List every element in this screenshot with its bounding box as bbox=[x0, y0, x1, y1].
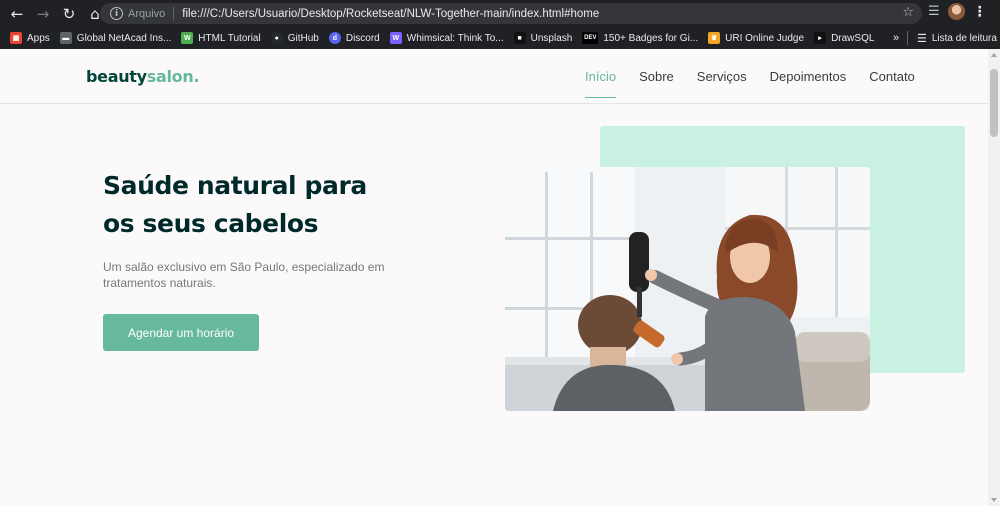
bookmark-discord[interactable]: d Discord bbox=[328, 32, 380, 44]
nav-link-sobre[interactable]: Sobre bbox=[639, 69, 674, 84]
reload-icon[interactable]: ↻ bbox=[58, 3, 80, 25]
schedule-button[interactable]: Agendar um horário bbox=[103, 314, 259, 351]
netacad-icon: ▬ bbox=[59, 32, 72, 44]
salon-illustration bbox=[505, 167, 870, 411]
bookmarks-divider bbox=[907, 31, 908, 45]
media-controls-icon[interactable]: ☰ bbox=[928, 4, 940, 19]
nav-link-servicos[interactable]: Serviços bbox=[697, 69, 747, 84]
whimsical-icon: W bbox=[389, 32, 402, 44]
browser-menu-icon[interactable]: ⋮ bbox=[973, 4, 987, 20]
address-separator bbox=[173, 7, 175, 20]
w3schools-icon: W bbox=[181, 32, 194, 44]
browser-toolbar: ← → ↻ ⌂ i Arquivo file:///C:/Users/Usuar… bbox=[0, 0, 1000, 27]
forward-arrow-icon[interactable]: → bbox=[32, 3, 54, 25]
scrollbar-thumb[interactable] bbox=[990, 69, 998, 137]
main-nav: Início Sobre Serviços Depoimentos Contat… bbox=[585, 69, 938, 98]
bookmark-label: Global NetAcad Ins... bbox=[76, 32, 172, 44]
hero-photo bbox=[505, 167, 870, 411]
url-text[interactable]: file:///C:/Users/Usuario/Desktop/Rockets… bbox=[182, 8, 599, 20]
bookmark-label: HTML Tutorial bbox=[198, 32, 261, 44]
bookmark-star-icon[interactable]: ☆ bbox=[902, 5, 914, 20]
nav-link-depoimentos[interactable]: Depoimentos bbox=[770, 69, 847, 84]
scroll-up-icon[interactable] bbox=[991, 53, 997, 57]
drawsql-icon: ▸ bbox=[814, 32, 827, 44]
bookmark-label: 150+ Badges for Gi... bbox=[603, 32, 699, 44]
bookmark-github[interactable]: ● GitHub bbox=[270, 32, 319, 44]
reading-list-label: Lista de leitura bbox=[931, 32, 997, 44]
logo-main: beauty bbox=[86, 67, 147, 86]
page-viewport: beautysalon. Início Sobre Serviços Depoi… bbox=[0, 49, 988, 506]
reading-list-button[interactable]: ☰ Lista de leitura bbox=[917, 32, 997, 45]
more-bookmarks-button[interactable]: » bbox=[893, 32, 899, 44]
unsplash-icon: ■ bbox=[513, 32, 526, 44]
site-header: beautysalon. Início Sobre Serviços Depoi… bbox=[0, 49, 988, 104]
profile-avatar[interactable] bbox=[947, 3, 965, 20]
github-icon: ● bbox=[270, 32, 283, 44]
discord-icon: d bbox=[328, 32, 341, 44]
hero-title: Saúde natural para os seus cabelos bbox=[103, 171, 367, 238]
dev-icon: DEV bbox=[582, 32, 599, 44]
scheme-label: Arquivo bbox=[128, 7, 166, 20]
scroll-down-icon[interactable] bbox=[991, 498, 997, 502]
bookmark-badges[interactable]: DEV 150+ Badges for Gi... bbox=[582, 32, 698, 44]
bookmark-label: DrawSQL bbox=[831, 32, 875, 44]
bookmark-label: Unsplash bbox=[530, 32, 573, 44]
back-arrow-icon[interactable]: ← bbox=[6, 3, 28, 25]
bookmark-label: Discord bbox=[345, 32, 380, 44]
hero-text: Um salão exclusivo em São Paulo, especia… bbox=[103, 260, 385, 290]
bookmark-label: URI Online Judge bbox=[725, 32, 805, 44]
bookmark-uri[interactable]: ♛ URI Online Judge bbox=[708, 32, 804, 44]
site-logo[interactable]: beautysalon. bbox=[86, 67, 200, 86]
bookmark-drawsql[interactable]: ▸ DrawSQL bbox=[814, 32, 874, 44]
address-bar[interactable]: i Arquivo file:///C:/Users/Usuario/Deskt… bbox=[100, 3, 922, 24]
info-icon[interactable]: i bbox=[110, 7, 123, 20]
nav-link-contato[interactable]: Contato bbox=[869, 69, 915, 84]
bookmarks-bar: ▦ Apps ▬ Global NetAcad Ins... W HTML Tu… bbox=[0, 27, 1000, 49]
nav-link-inicio[interactable]: Início bbox=[585, 69, 617, 98]
bookmark-apps[interactable]: ▦ Apps bbox=[10, 32, 50, 44]
apps-grid-icon: ▦ bbox=[10, 32, 22, 44]
bookmark-whimsical[interactable]: W Whimsical: Think To... bbox=[389, 32, 504, 44]
uri-icon: ♛ bbox=[708, 32, 721, 44]
bookmark-unsplash[interactable]: ■ Unsplash bbox=[513, 32, 573, 44]
bookmark-label: Whimsical: Think To... bbox=[406, 32, 504, 44]
page-scrollbar[interactable] bbox=[988, 49, 1000, 506]
bookmark-label: Apps bbox=[27, 32, 50, 44]
logo-accent: salon. bbox=[146, 67, 200, 86]
reading-list-icon: ☰ bbox=[917, 32, 927, 45]
bookmark-netacad[interactable]: ▬ Global NetAcad Ins... bbox=[59, 32, 172, 44]
bookmark-html-tutorial[interactable]: W HTML Tutorial bbox=[181, 32, 261, 44]
bookmark-label: GitHub bbox=[287, 32, 319, 44]
